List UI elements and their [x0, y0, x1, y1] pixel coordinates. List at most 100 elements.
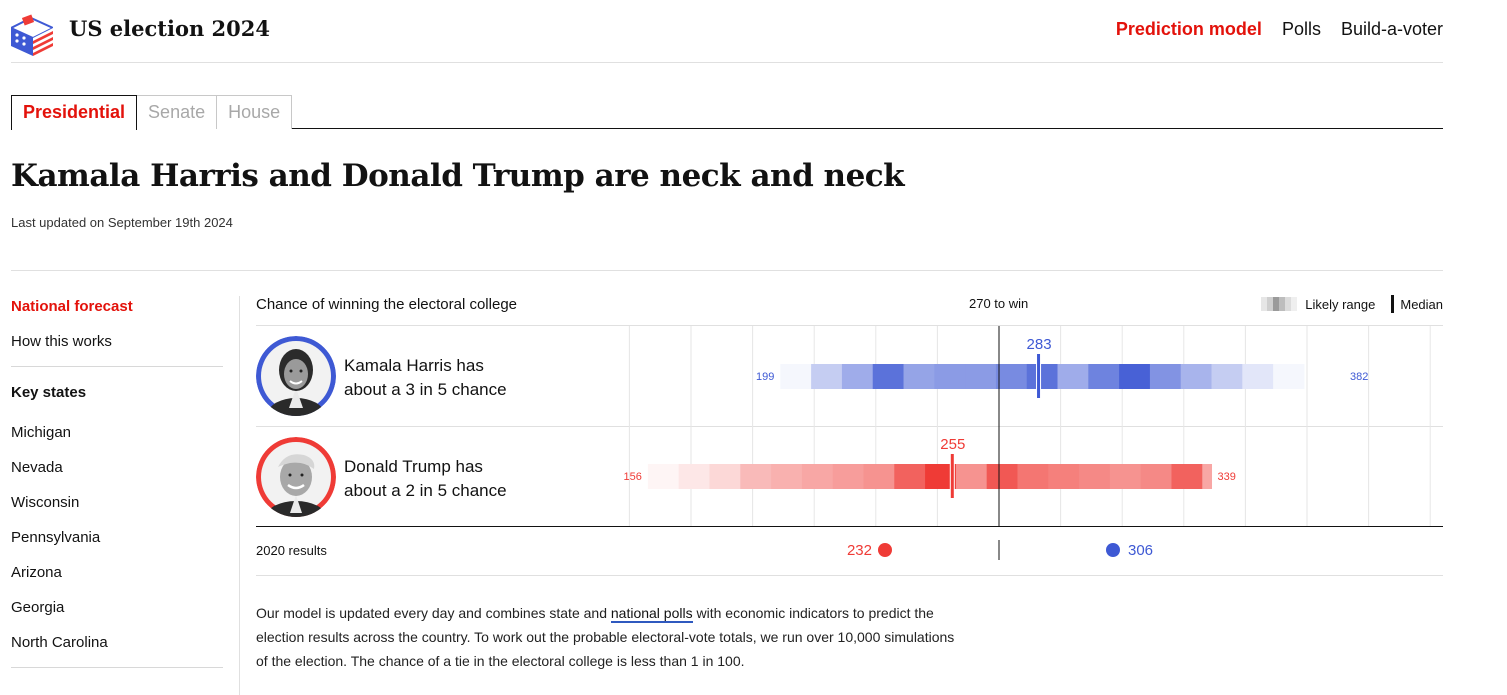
legend-median: Median — [1400, 296, 1443, 312]
sidebar-item-georgia[interactable]: Georgia — [11, 597, 223, 632]
harris-max-label: 382 — [1350, 371, 1368, 383]
sidebar-item-michigan[interactable]: Michigan — [11, 422, 223, 457]
key-states-heading: Key states — [11, 384, 87, 401]
likely-range-swatch-icon — [1261, 297, 1298, 311]
electoral-forecast-chart: 199 382 283 156 339 255 — [624, 326, 1431, 526]
harris-range-bin — [811, 364, 843, 389]
candidate-trump: Donald Trump has about a 2 in 5 chance — [256, 437, 596, 517]
harris-line-1: Kamala Harris has — [344, 356, 484, 375]
harris-min-label: 199 — [756, 371, 774, 383]
last-updated: Last updated on September 19th 2024 — [11, 215, 233, 230]
trump-range-bin — [832, 464, 864, 489]
sidebar-item-pennsylvania[interactable]: Pennsylvania — [11, 527, 223, 562]
trump-range-bin — [1171, 464, 1203, 489]
sidebar-item-nevada[interactable]: Nevada — [11, 457, 223, 492]
candidate-harris: Kamala Harris has about a 3 in 5 chance — [256, 336, 596, 416]
chart-axis-line — [256, 526, 1443, 527]
legend-likely-range: Likely range — [1305, 296, 1376, 312]
trump-range-bin — [1079, 464, 1111, 489]
trump-chance-text: Donald Trump has about a 2 in 5 chance — [344, 455, 594, 503]
trump-range-bin — [894, 464, 926, 489]
results-2020-rep-dot — [878, 543, 892, 557]
trump-range-bin — [1109, 464, 1142, 489]
harris-median-label: 283 — [1027, 336, 1052, 353]
ballot-box-logo-icon[interactable] — [11, 14, 53, 56]
chart-legend: Likely range Median — [1261, 295, 1443, 313]
methodology-paragraph: Our model is updated every day and combi… — [256, 601, 956, 673]
harris-range-bin — [1180, 364, 1213, 389]
harris-range-bin — [1211, 364, 1243, 389]
harris-range-bin — [1026, 364, 1059, 389]
sidebar-item-wisconsin[interactable]: Wisconsin — [11, 492, 223, 527]
nav-build-a-voter[interactable]: Build-a-voter — [1341, 19, 1443, 40]
trump-range-bin — [647, 464, 680, 489]
harris-avatar — [256, 336, 336, 416]
national-polls-link[interactable]: national polls — [610, 605, 693, 623]
nav-polls[interactable]: Polls — [1282, 19, 1321, 40]
chart-bottom-rule — [256, 575, 1443, 576]
sidebar-item-north-carolina[interactable]: North Carolina — [11, 632, 223, 667]
harris-range-bin — [1119, 364, 1151, 389]
trump-median-marker — [950, 454, 954, 498]
trump-range-bin — [986, 464, 1018, 489]
harris-range-bin — [995, 364, 1028, 389]
harris-range-bin — [841, 364, 874, 389]
trump-median-label: 255 — [940, 436, 965, 453]
results-2020-dem-value: 306 — [1128, 542, 1153, 559]
sidebar-item-national-forecast[interactable]: National forecast — [11, 296, 223, 331]
forecast-header-label: Chance of winning the electoral college — [256, 296, 517, 313]
harris-range-bin — [965, 364, 997, 389]
harris-range-bin — [1088, 364, 1120, 389]
body-text-part-1: Our model is updated every day and combi… — [256, 605, 611, 621]
harris-range-bin — [1273, 364, 1305, 389]
harris-range-bin — [903, 364, 935, 389]
sidebar: National forecast How this works Key sta… — [11, 296, 223, 683]
harris-range-bin — [1242, 364, 1274, 389]
tab-senate[interactable]: Senate — [136, 95, 218, 129]
sidebar-divider-bottom — [11, 667, 223, 668]
trump-range-bin — [1140, 464, 1172, 489]
harris-chance-text: Kamala Harris has about a 3 in 5 chance — [344, 354, 594, 402]
race-tabs: Presidential Senate House — [11, 95, 1443, 130]
trump-range-bin — [863, 464, 895, 489]
sidebar-item-how-this-works[interactable]: How this works — [11, 331, 223, 366]
harris-range-bin — [934, 364, 966, 389]
trump-max-label: 339 — [1218, 471, 1236, 483]
results-2020-rep-value: 232 — [847, 542, 872, 559]
results-2020-dem-dot — [1106, 543, 1120, 557]
harris-range-bin — [1057, 364, 1089, 389]
top-nav: Prediction model Polls Build-a-voter — [1116, 19, 1443, 40]
trump-range-bin — [955, 464, 988, 489]
harris-median-marker — [1037, 354, 1041, 398]
sidebar-item-arizona[interactable]: Arizona — [11, 562, 223, 597]
trump-line-1: Donald Trump has — [344, 457, 483, 476]
page-title: Kamala Harris and Donald Trump are neck … — [11, 158, 905, 194]
trump-range-bin — [1048, 464, 1080, 489]
sidebar-separator — [239, 296, 240, 695]
trump-range-bin — [801, 464, 834, 489]
site-header: US election 2024 Prediction model Polls … — [11, 0, 1443, 63]
section-divider — [11, 270, 1443, 271]
harris-line-2: about a 3 in 5 chance — [344, 380, 507, 399]
median-swatch-icon — [1391, 295, 1395, 313]
sidebar-divider — [11, 366, 223, 367]
trump-min-label: 156 — [624, 471, 642, 483]
results-2020-label: 2020 results — [256, 543, 327, 558]
harris-range-bin — [872, 364, 905, 389]
trump-range-bin — [1017, 464, 1049, 489]
tab-presidential[interactable]: Presidential — [11, 95, 138, 130]
trump-range-bin — [740, 464, 772, 489]
harris-range-bin — [1149, 364, 1182, 389]
results-2020-row: 232 306 — [847, 540, 1153, 560]
nav-prediction-model[interactable]: Prediction model — [1116, 19, 1262, 40]
trump-line-2: about a 2 in 5 chance — [344, 481, 507, 500]
trump-range-bin — [678, 464, 710, 489]
trump-range-bin — [771, 464, 803, 489]
trump-range-bin — [709, 464, 741, 489]
harris-range-bin — [780, 364, 812, 389]
trump-avatar — [256, 437, 336, 517]
site-title[interactable]: US election 2024 — [69, 16, 270, 41]
trump-range-bin — [1202, 464, 1213, 489]
tab-house[interactable]: House — [216, 95, 293, 129]
threshold-label: 270 to win — [969, 296, 1029, 311]
